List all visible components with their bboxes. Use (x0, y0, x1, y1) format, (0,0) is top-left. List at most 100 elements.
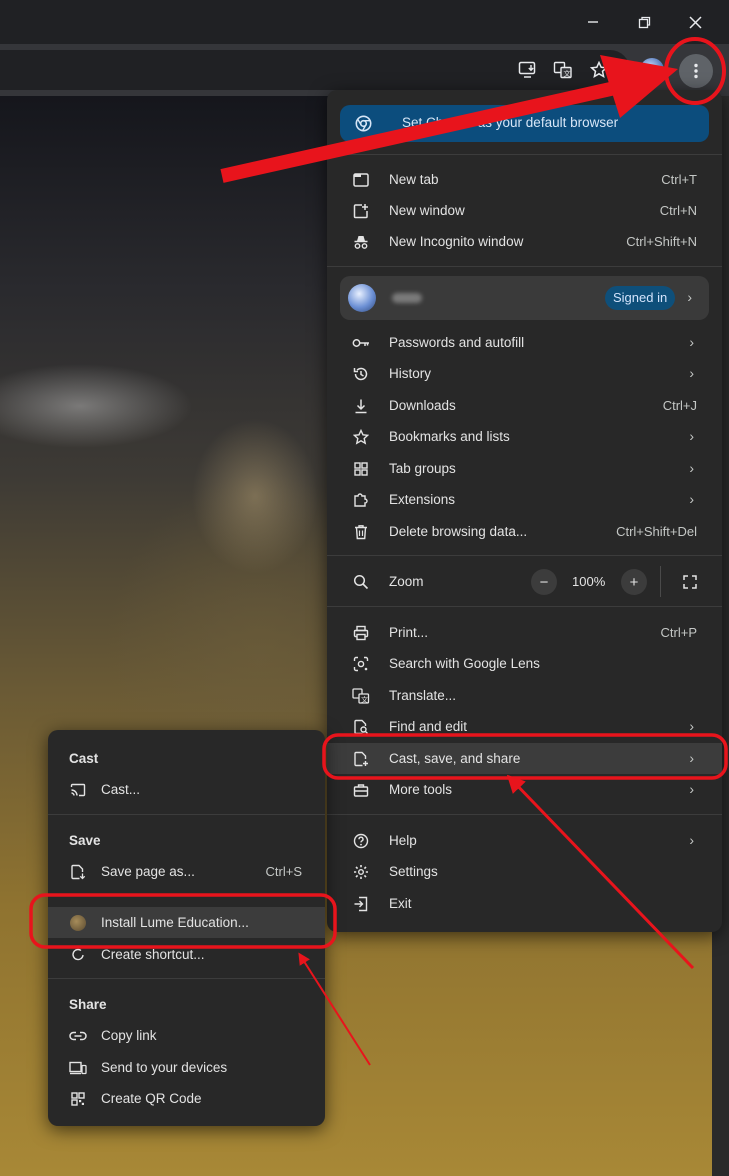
lume-app-icon (69, 914, 87, 932)
puzzle-icon (352, 491, 370, 509)
section-heading-save: Save (69, 833, 101, 848)
divider (660, 566, 661, 597)
default-browser-banner[interactable]: Set Chrome as your default browser (340, 105, 709, 142)
menu-item-new-tab[interactable]: New tab Ctrl+T (327, 164, 722, 195)
chevron-right-icon: › (689, 491, 694, 507)
submenu-item-label: Create shortcut... (101, 947, 205, 962)
menu-item-label: Extensions (389, 492, 456, 507)
menu-item-help[interactable]: Help › (327, 825, 722, 856)
chevron-right-icon: › (689, 365, 694, 381)
restore-icon (638, 16, 650, 28)
shortcut-label: Ctrl+S (265, 864, 302, 879)
zoom-row: Zoom − 100% + (327, 566, 722, 597)
key-icon (352, 334, 370, 352)
avatar (348, 284, 376, 312)
menu-item-label: Find and edit (389, 719, 468, 734)
qr-code-icon (69, 1090, 87, 1108)
menu-item-label: History (389, 366, 432, 381)
install-app-icon[interactable] (516, 58, 540, 82)
menu-item-new-window[interactable]: New window Ctrl+N (327, 195, 722, 226)
zoom-out-button[interactable]: − (531, 569, 557, 595)
menu-item-google-lens[interactable]: Search with Google Lens (327, 648, 722, 679)
chevron-right-icon: › (689, 750, 694, 766)
chevron-right-icon: › (689, 718, 694, 734)
divider (48, 978, 325, 979)
menu-item-cast-save-share[interactable]: Cast, save, and share › (327, 743, 722, 774)
submenu-item-copy-link[interactable]: Copy link (48, 1020, 325, 1051)
translate-icon[interactable]: 文 (551, 58, 575, 82)
restore-button[interactable] (622, 6, 666, 38)
menu-item-label: Cast, save, and share (389, 751, 521, 766)
zoom-in-button[interactable]: + (621, 569, 647, 595)
section-heading-share: Share (69, 997, 107, 1012)
lens-icon (352, 655, 370, 673)
menu-item-bookmarks[interactable]: Bookmarks and lists › (327, 421, 722, 452)
kebab-menu-icon[interactable] (679, 54, 713, 88)
chevron-right-icon: › (689, 832, 694, 848)
menu-item-exit[interactable]: Exit (327, 888, 722, 919)
profile-icon[interactable] (640, 58, 664, 82)
menu-item-label: Settings (389, 864, 438, 879)
new-tab-icon (352, 171, 370, 189)
menu-item-label: Help (389, 833, 417, 848)
profile-row[interactable]: Signed in › (340, 276, 709, 320)
minimize-icon (588, 21, 598, 23)
menu-item-label: Search with Google Lens (389, 656, 540, 671)
submenu-item-label: Install Lume Education... (101, 915, 249, 930)
close-window-button[interactable] (673, 6, 717, 38)
fullscreen-icon[interactable] (681, 573, 699, 591)
cast-save-share-submenu: Cast Cast... Save Save page as... Ctrl+S… (48, 730, 325, 1126)
menu-item-more-tools[interactable]: More tools › (327, 774, 722, 805)
menu-item-downloads[interactable]: Downloads Ctrl+J (327, 390, 722, 421)
menu-item-extensions[interactable]: Extensions › (327, 484, 722, 515)
zoom-level: 100% (572, 574, 606, 589)
history-icon (352, 365, 370, 383)
menu-item-label: Exit (389, 896, 412, 911)
submenu-item-cast[interactable]: Cast... (48, 774, 325, 805)
cast-save-share-icon (352, 750, 370, 768)
menu-item-translate[interactable]: 文 Translate... (327, 680, 722, 711)
submenu-item-install-app[interactable]: Install Lume Education... (48, 907, 325, 938)
shortcut-label: Ctrl+P (660, 625, 697, 640)
download-icon (352, 397, 370, 415)
minimize-button[interactable] (571, 6, 615, 38)
menu-item-delete-browsing-data[interactable]: Delete browsing data... Ctrl+Shift+Del (327, 516, 722, 547)
zoom-label: Zoom (389, 574, 424, 589)
divider (327, 606, 722, 607)
menu-item-label: Downloads (389, 398, 456, 413)
menu-item-label: Translate... (389, 688, 457, 703)
submenu-item-create-shortcut[interactable]: Create shortcut... (48, 939, 325, 970)
menu-item-tab-groups[interactable]: Tab groups › (327, 453, 722, 484)
chevron-right-icon: › (689, 460, 694, 476)
divider (327, 154, 722, 155)
chevron-right-icon: › (689, 428, 694, 444)
close-icon (688, 15, 702, 29)
bookmark-star-icon[interactable] (587, 58, 611, 82)
section-heading-cast: Cast (69, 751, 99, 766)
menu-item-history[interactable]: History › (327, 358, 722, 389)
help-icon (352, 832, 370, 850)
shortcut-label: Ctrl+Shift+Del (616, 524, 697, 539)
browser-toolbar: 文 (0, 44, 729, 96)
menu-item-settings[interactable]: Settings (327, 856, 722, 887)
menu-item-print[interactable]: Print... Ctrl+P (327, 617, 722, 648)
menu-item-passwords[interactable]: Passwords and autofill › (327, 327, 722, 358)
chevron-right-icon: › (689, 334, 694, 350)
divider (327, 814, 722, 815)
menu-item-label: Delete browsing data... (389, 524, 528, 539)
banner-label: Set Chrome as your default browser (402, 115, 619, 130)
incognito-icon (352, 233, 370, 251)
menu-item-new-incognito-window[interactable]: New Incognito window Ctrl+Shift+N (327, 226, 722, 257)
new-window-icon (352, 202, 370, 220)
find-icon (352, 718, 370, 736)
print-icon (352, 624, 370, 642)
menu-item-find-and-edit[interactable]: Find and edit › (327, 711, 722, 742)
submenu-item-save-page[interactable]: Save page as... Ctrl+S (48, 856, 325, 887)
menu-item-label: New Incognito window (389, 234, 524, 249)
submenu-item-create-qr-code[interactable]: Create QR Code (48, 1083, 325, 1114)
blurred-profile-name (392, 293, 422, 303)
submenu-item-send-to-devices[interactable]: Send to your devices (48, 1052, 325, 1083)
svg-text:文: 文 (564, 69, 571, 78)
star-icon (352, 428, 370, 446)
divider (48, 814, 325, 815)
